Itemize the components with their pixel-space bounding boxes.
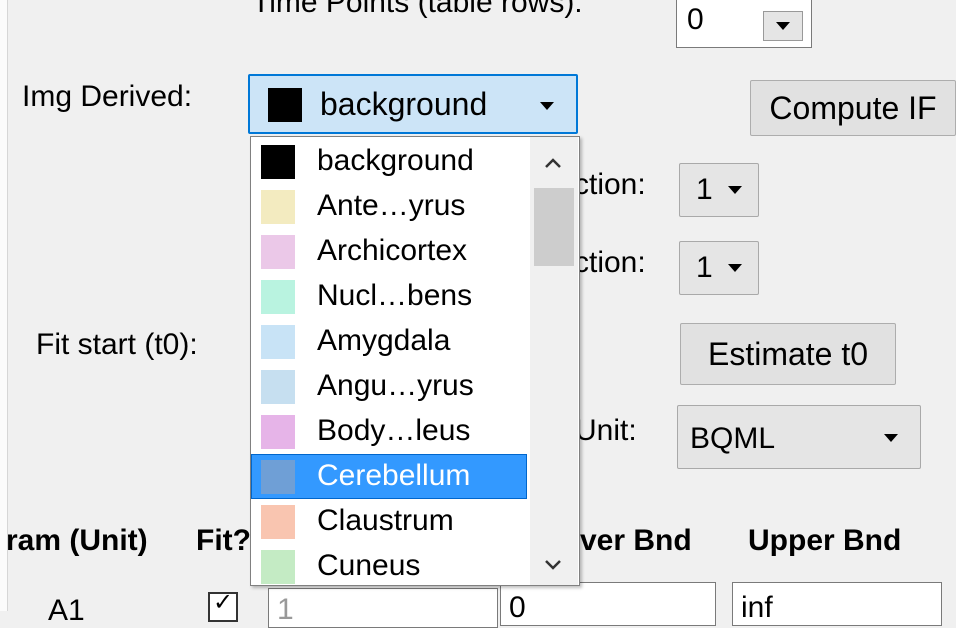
color-swatch (261, 145, 295, 179)
list-item[interactable]: Amygdala (251, 319, 531, 364)
selected-color-swatch (268, 88, 302, 122)
color-swatch (261, 370, 295, 404)
scrollbar-thumb[interactable] (534, 188, 574, 266)
param-value-input[interactable]: 1 (268, 588, 498, 628)
upper-bound-value: inf (741, 591, 773, 624)
unit-select[interactable]: BQML (677, 405, 921, 469)
table-header-lower-bnd: ver Bnd (580, 524, 692, 557)
list-item-label: Claustrum (317, 504, 454, 537)
list-item[interactable]: Body…leus (251, 409, 531, 454)
chevron-down-icon (884, 434, 898, 442)
table-row-name: A1 (48, 594, 85, 627)
img-derived-label: Img Derived: (22, 80, 193, 113)
list-item[interactable]: Nucl…bens (251, 274, 531, 319)
list-item[interactable]: Angu…yrus (251, 364, 531, 409)
list-item-label: Cuneus (317, 549, 421, 582)
section-1-select[interactable]: 1 (679, 163, 759, 217)
chevron-down-icon (728, 186, 742, 194)
list-item[interactable]: background (251, 139, 531, 184)
lower-bound-value: 0 (509, 591, 526, 624)
fit-checkbox[interactable]: ✓ (208, 589, 238, 622)
color-swatch (261, 505, 295, 539)
color-swatch (261, 415, 295, 449)
section-2-label: ction: (574, 246, 646, 279)
color-swatch (261, 550, 295, 584)
list-item[interactable]: Cuneus (251, 544, 531, 585)
time-points-value: 0 (687, 3, 704, 36)
unit-value: BQML (690, 422, 776, 455)
fit-start-label: Fit start (t0): (36, 328, 198, 361)
table-header-upper-bnd: Upper Bnd (748, 524, 902, 557)
list-item-label: Archicortex (317, 234, 468, 267)
table-header-param: ram (Unit) (6, 524, 148, 557)
section-2-value: 1 (696, 251, 713, 284)
list-item-label: Nucl…bens (317, 279, 473, 312)
check-icon: ✓ (213, 589, 234, 616)
img-derived-dropdown[interactable]: background (248, 74, 578, 134)
img-derived-selected: background (320, 86, 488, 122)
list-item-label: Cerebellum (317, 459, 471, 492)
color-swatch (261, 190, 295, 224)
time-points-label: Time Points (table rows): (252, 0, 583, 19)
table-header-fit: Fit? (196, 524, 251, 557)
list-item-label: Angu…yrus (317, 369, 474, 402)
list-item-label: Ante…yrus (317, 189, 466, 222)
color-swatch (261, 460, 295, 494)
compute-if-button[interactable]: Compute IF (750, 80, 956, 136)
time-points-spinner[interactable] (763, 11, 803, 41)
param-value: 1 (277, 593, 294, 626)
section-1-value: 1 (696, 173, 713, 206)
list-item[interactable]: Ante…yrus (251, 184, 531, 229)
estimate-t0-button[interactable]: Estimate t0 (680, 323, 896, 385)
color-swatch (261, 280, 295, 314)
section-2-select[interactable]: 1 (679, 241, 759, 295)
time-points-input[interactable]: 0 (676, 0, 812, 48)
color-swatch (261, 325, 295, 359)
scroll-down-icon[interactable] (540, 552, 566, 578)
window-left-border (0, 0, 8, 611)
list-item-label: background (317, 144, 474, 177)
list-item-selected[interactable]: Cerebellum (251, 454, 531, 499)
list-item-label: Body…leus (317, 414, 471, 447)
color-swatch (261, 235, 295, 269)
list-item[interactable]: Archicortex (251, 229, 531, 274)
scroll-up-icon[interactable] (540, 150, 566, 176)
chevron-down-icon (540, 102, 554, 110)
chevron-down-icon (728, 264, 742, 272)
list-item[interactable]: Claustrum (251, 499, 531, 544)
upper-bound-input[interactable]: inf (732, 582, 942, 626)
unit-label: Unit: (575, 414, 637, 447)
list-item-label: Amygdala (317, 324, 451, 357)
lower-bound-input[interactable]: 0 (500, 582, 716, 626)
spinner-down-icon (776, 22, 790, 30)
section-1-label: ction: (574, 168, 646, 201)
